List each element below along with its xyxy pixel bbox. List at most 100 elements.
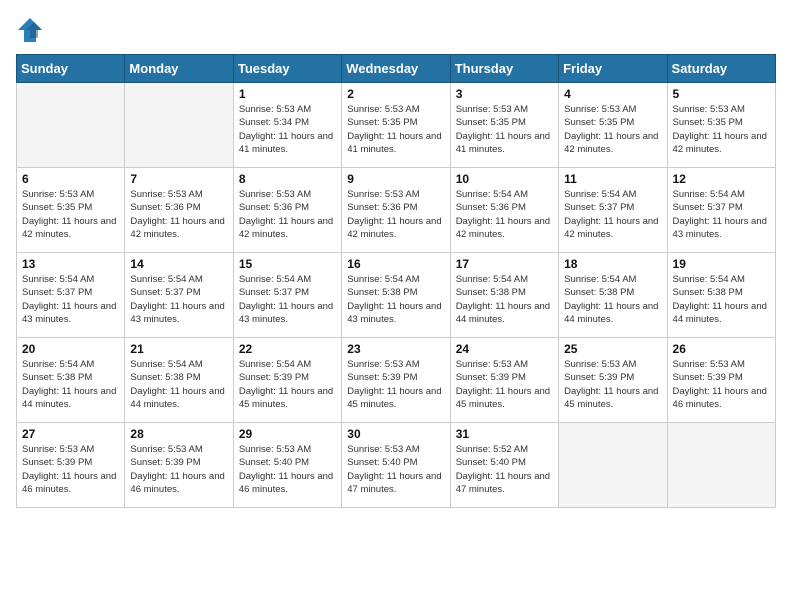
day-number: 17	[456, 257, 553, 271]
calendar-body: 1 Sunrise: 5:53 AM Sunset: 5:34 PM Daylig…	[17, 83, 776, 508]
calendar-day-cell: 26Sunrise: 5:53 AM Sunset: 5:39 PM Dayli…	[667, 338, 775, 423]
calendar-day-cell: 14Sunrise: 5:54 AM Sunset: 5:37 PM Dayli…	[125, 253, 233, 338]
day-number: 30	[347, 427, 444, 441]
day-number: 20	[22, 342, 119, 356]
day-number: 29	[239, 427, 336, 441]
weekday-header: Saturday	[667, 55, 775, 83]
day-detail: Sunrise: 5:53 AM Sunset: 5:39 PM Dayligh…	[347, 358, 444, 411]
calendar-day-cell: 27 Sunrise: 5:53 AM Sunset: 5:39 PM Dayli…	[17, 423, 125, 508]
day-detail: Sunrise: 5:53 AM Sunset: 5:39 PM Dayligh…	[22, 443, 119, 496]
calendar-day-cell: 18Sunrise: 5:54 AM Sunset: 5:38 PM Dayli…	[559, 253, 667, 338]
day-number: 12	[673, 172, 770, 186]
day-number: 28	[130, 427, 227, 441]
day-detail: Sunrise: 5:54 AM Sunset: 5:37 PM Dayligh…	[22, 273, 119, 326]
day-detail: Sunrise: 5:53 AM Sunset: 5:35 PM Dayligh…	[347, 103, 444, 156]
day-detail: Sunrise: 5:53 AM Sunset: 5:39 PM Dayligh…	[130, 443, 227, 496]
day-number: 2	[347, 87, 444, 101]
day-number: 23	[347, 342, 444, 356]
day-number: 22	[239, 342, 336, 356]
calendar-day-cell: 9 Sunrise: 5:53 AM Sunset: 5:36 PM Daylig…	[342, 168, 450, 253]
calendar-day-cell: 3Sunrise: 5:53 AM Sunset: 5:35 PM Daylig…	[450, 83, 558, 168]
day-number: 9	[347, 172, 444, 186]
day-detail: Sunrise: 5:54 AM Sunset: 5:38 PM Dayligh…	[347, 273, 444, 326]
day-detail: Sunrise: 5:53 AM Sunset: 5:39 PM Dayligh…	[564, 358, 661, 411]
calendar-day-cell	[17, 83, 125, 168]
day-number: 19	[673, 257, 770, 271]
day-detail: Sunrise: 5:53 AM Sunset: 5:35 PM Dayligh…	[564, 103, 661, 156]
calendar-day-cell: 8 Sunrise: 5:53 AM Sunset: 5:36 PM Daylig…	[233, 168, 341, 253]
logo-icon	[16, 16, 44, 44]
day-number: 7	[130, 172, 227, 186]
day-detail: Sunrise: 5:53 AM Sunset: 5:35 PM Dayligh…	[456, 103, 553, 156]
calendar-day-cell	[125, 83, 233, 168]
calendar-week-row: 13 Sunrise: 5:54 AM Sunset: 5:37 PM Dayli…	[17, 253, 776, 338]
calendar-day-cell: 20Sunrise: 5:54 AM Sunset: 5:38 PM Dayli…	[17, 338, 125, 423]
day-detail: Sunrise: 5:53 AM Sunset: 5:35 PM Dayligh…	[22, 188, 119, 241]
day-number: 15	[239, 257, 336, 271]
day-detail: Sunrise: 5:53 AM Sunset: 5:39 PM Dayligh…	[673, 358, 770, 411]
calendar-day-cell: 12 Sunrise: 5:54 AM Sunset: 5:37 PM Dayli…	[667, 168, 775, 253]
logo	[16, 16, 48, 44]
calendar-day-cell: 10Sunrise: 5:54 AM Sunset: 5:36 PM Dayli…	[450, 168, 558, 253]
calendar-day-cell: 11 Sunrise: 5:54 AM Sunset: 5:37 PM Dayli…	[559, 168, 667, 253]
day-number: 14	[130, 257, 227, 271]
calendar-day-cell: 2 Sunrise: 5:53 AM Sunset: 5:35 PM Daylig…	[342, 83, 450, 168]
calendar-day-cell: 17 Sunrise: 5:54 AM Sunset: 5:38 PM Dayli…	[450, 253, 558, 338]
calendar-day-cell: 7 Sunrise: 5:53 AM Sunset: 5:36 PM Daylig…	[125, 168, 233, 253]
day-number: 16	[347, 257, 444, 271]
calendar-day-cell: 15 Sunrise: 5:54 AM Sunset: 5:37 PM Dayli…	[233, 253, 341, 338]
day-detail: Sunrise: 5:54 AM Sunset: 5:37 PM Dayligh…	[564, 188, 661, 241]
calendar-week-row: 6 Sunrise: 5:53 AM Sunset: 5:35 PM Daylig…	[17, 168, 776, 253]
calendar-day-cell	[559, 423, 667, 508]
day-number: 31	[456, 427, 553, 441]
day-detail: Sunrise: 5:54 AM Sunset: 5:39 PM Dayligh…	[239, 358, 336, 411]
day-detail: Sunrise: 5:54 AM Sunset: 5:36 PM Dayligh…	[456, 188, 553, 241]
weekday-header: Wednesday	[342, 55, 450, 83]
day-detail: Sunrise: 5:54 AM Sunset: 5:37 PM Dayligh…	[673, 188, 770, 241]
day-number: 25	[564, 342, 661, 356]
calendar-day-cell: 19 Sunrise: 5:54 AM Sunset: 5:38 PM Dayli…	[667, 253, 775, 338]
calendar-week-row: 1 Sunrise: 5:53 AM Sunset: 5:34 PM Daylig…	[17, 83, 776, 168]
day-detail: Sunrise: 5:53 AM Sunset: 5:34 PM Dayligh…	[239, 103, 336, 156]
calendar-day-cell: 24Sunrise: 5:53 AM Sunset: 5:39 PM Dayli…	[450, 338, 558, 423]
weekday-header: Friday	[559, 55, 667, 83]
page-header	[16, 16, 776, 44]
day-detail: Sunrise: 5:54 AM Sunset: 5:38 PM Dayligh…	[564, 273, 661, 326]
day-number: 24	[456, 342, 553, 356]
calendar-day-cell	[667, 423, 775, 508]
day-number: 8	[239, 172, 336, 186]
calendar-day-cell: 29 Sunrise: 5:53 AM Sunset: 5:40 PM Dayli…	[233, 423, 341, 508]
day-detail: Sunrise: 5:53 AM Sunset: 5:36 PM Dayligh…	[239, 188, 336, 241]
calendar-day-cell: 6 Sunrise: 5:53 AM Sunset: 5:35 PM Daylig…	[17, 168, 125, 253]
calendar-day-cell: 31 Sunrise: 5:52 AM Sunset: 5:40 PM Dayli…	[450, 423, 558, 508]
calendar-day-cell: 21 Sunrise: 5:54 AM Sunset: 5:38 PM Dayli…	[125, 338, 233, 423]
day-number: 21	[130, 342, 227, 356]
calendar-day-cell: 1 Sunrise: 5:53 AM Sunset: 5:34 PM Daylig…	[233, 83, 341, 168]
calendar-day-cell: 13 Sunrise: 5:54 AM Sunset: 5:37 PM Dayli…	[17, 253, 125, 338]
day-number: 11	[564, 172, 661, 186]
day-detail: Sunrise: 5:52 AM Sunset: 5:40 PM Dayligh…	[456, 443, 553, 496]
day-detail: Sunrise: 5:53 AM Sunset: 5:36 PM Dayligh…	[130, 188, 227, 241]
day-detail: Sunrise: 5:54 AM Sunset: 5:38 PM Dayligh…	[130, 358, 227, 411]
calendar-day-cell: 16 Sunrise: 5:54 AM Sunset: 5:38 PM Dayli…	[342, 253, 450, 338]
day-number: 13	[22, 257, 119, 271]
calendar-week-row: 27 Sunrise: 5:53 AM Sunset: 5:39 PM Dayli…	[17, 423, 776, 508]
calendar-day-cell: 22 Sunrise: 5:54 AM Sunset: 5:39 PM Dayli…	[233, 338, 341, 423]
weekday-header: Sunday	[17, 55, 125, 83]
day-detail: Sunrise: 5:54 AM Sunset: 5:37 PM Dayligh…	[239, 273, 336, 326]
day-detail: Sunrise: 5:53 AM Sunset: 5:36 PM Dayligh…	[347, 188, 444, 241]
day-detail: Sunrise: 5:54 AM Sunset: 5:38 PM Dayligh…	[456, 273, 553, 326]
day-number: 6	[22, 172, 119, 186]
day-detail: Sunrise: 5:53 AM Sunset: 5:40 PM Dayligh…	[239, 443, 336, 496]
calendar-table: SundayMondayTuesdayWednesdayThursdayFrid…	[16, 54, 776, 508]
calendar-header-row: SundayMondayTuesdayWednesdayThursdayFrid…	[17, 55, 776, 83]
calendar-week-row: 20 Sunrise: 5:54 AM Sunset: 5:38 PM Dayli…	[17, 338, 776, 423]
day-detail: Sunrise: 5:54 AM Sunset: 5:38 PM Dayligh…	[673, 273, 770, 326]
day-detail: Sunrise: 5:53 AM Sunset: 5:40 PM Dayligh…	[347, 443, 444, 496]
calendar-day-cell: 4 Sunrise: 5:53 AM Sunset: 5:35 PM Daylig…	[559, 83, 667, 168]
calendar-day-cell: 28 Sunrise: 5:53 AM Sunset: 5:39 PM Dayli…	[125, 423, 233, 508]
day-number: 1	[239, 87, 336, 101]
calendar-day-cell: 5Sunrise: 5:53 AM Sunset: 5:35 PM Daylig…	[667, 83, 775, 168]
day-number: 27	[22, 427, 119, 441]
day-number: 4	[564, 87, 661, 101]
